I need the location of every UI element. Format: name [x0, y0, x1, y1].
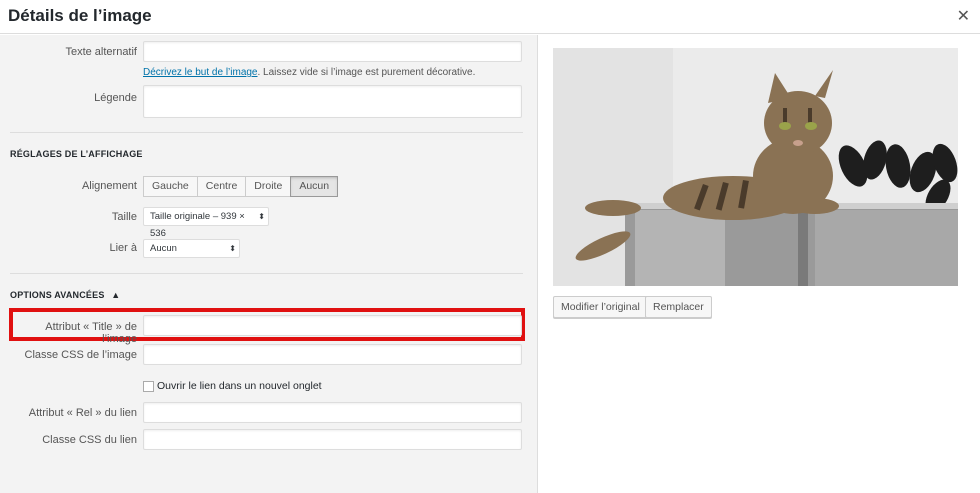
caption-textarea[interactable] [143, 85, 522, 118]
align-none-button[interactable]: Aucun [290, 176, 339, 197]
caption-label: Légende [94, 92, 137, 104]
edit-original-button[interactable]: Modifier l’original [553, 296, 648, 318]
title-attribute-input[interactable] [143, 315, 522, 336]
alignment-button-group: Gauche Centre Droite Aucun [143, 176, 339, 197]
close-icon[interactable]: ✕ [957, 6, 970, 26]
image-css-class-input[interactable] [143, 344, 522, 365]
alt-text-help-text: . Laissez vide si l’image est purement d… [257, 67, 476, 78]
preview-panel: Modifier l’original Remplacer [539, 35, 980, 493]
advanced-options-heading: OPTIONS AVANCÉES [10, 290, 105, 300]
advanced-options-toggle[interactable]: OPTIONS AVANCÉES ▲ [10, 290, 120, 300]
alt-text-help-link[interactable]: Décrivez le but de l’image [143, 67, 258, 78]
link-css-class-input[interactable] [143, 429, 522, 450]
select-arrow-icon: ⬍ [258, 212, 265, 221]
link-css-class-label: Classe CSS du lien [42, 434, 137, 446]
align-right-button[interactable]: Droite [245, 176, 292, 197]
select-arrow-icon: ⬍ [229, 244, 236, 253]
settings-panel: Texte alternatif Décrivez le but de l’im… [0, 35, 538, 493]
link-to-select-value: Aucun [150, 243, 177, 254]
triangle-up-icon: ▲ [111, 290, 121, 300]
cat-photo [553, 48, 958, 286]
size-select[interactable]: Taille originale – 939 × 536 ⬍ [143, 207, 269, 239]
divider [10, 273, 523, 274]
align-left-button[interactable]: Gauche [143, 176, 198, 197]
image-preview [553, 48, 958, 286]
display-settings-heading: RÉGLAGES DE L’AFFICHAGE [10, 149, 143, 159]
title-attribute-label: Attribut « Title » de l’image [45, 321, 137, 345]
new-tab-label: Ouvrir le lien dans un nouvel onglet [157, 380, 322, 392]
align-center-button[interactable]: Centre [196, 176, 247, 197]
alignment-label: Alignement [81, 180, 137, 192]
divider [10, 132, 523, 133]
link-to-label: Lier à [109, 242, 137, 254]
rel-attribute-label: Attribut « Rel » du lien [28, 407, 137, 419]
rel-attribute-input[interactable] [143, 402, 522, 423]
modal-header: Détails de l’image ✕ [0, 0, 980, 34]
new-tab-checkbox[interactable] [143, 381, 154, 392]
link-to-select[interactable]: Aucun ⬍ [143, 239, 240, 258]
alt-text-label: Texte alternatif [65, 46, 137, 58]
modal-title: Détails de l’image [8, 6, 152, 25]
replace-button[interactable]: Remplacer [645, 296, 712, 318]
size-label: Taille [111, 211, 137, 223]
alt-text-input[interactable] [143, 41, 522, 62]
size-select-value: Taille originale – 939 × 536 [150, 211, 245, 239]
image-css-class-label: Classe CSS de l’image [24, 349, 138, 361]
alt-text-help: Décrivez le but de l’image. Laissez vide… [143, 67, 475, 78]
